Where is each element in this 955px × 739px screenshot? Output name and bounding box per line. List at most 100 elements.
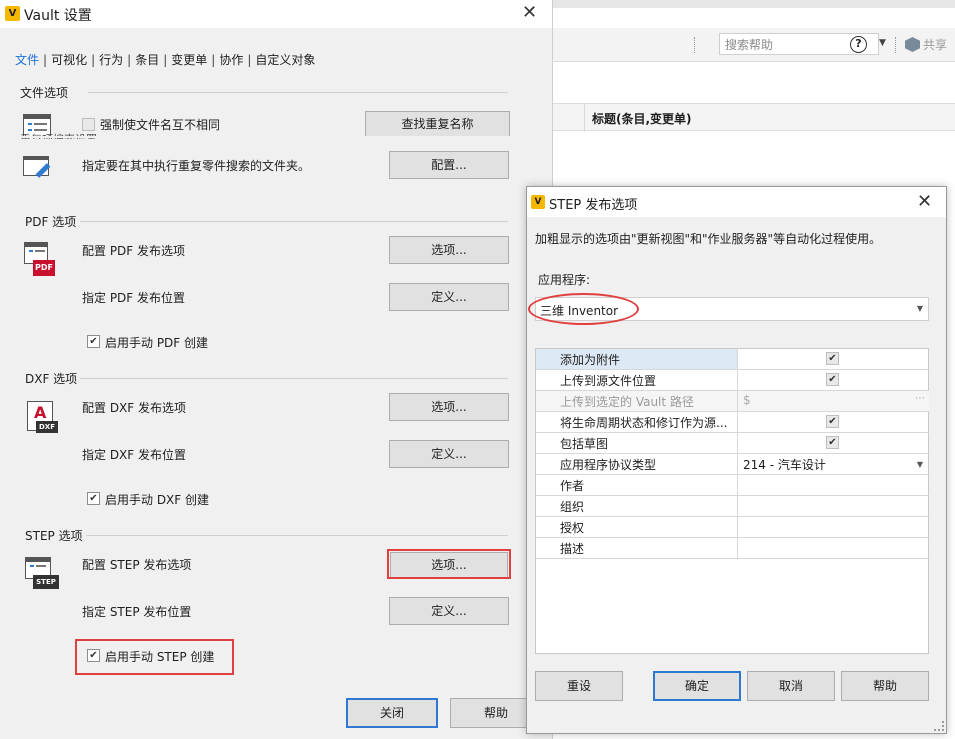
chevron-down-icon[interactable]: ▼ bbox=[879, 38, 886, 48]
row-value[interactable] bbox=[738, 538, 929, 558]
row-name: 上传到选定的 Vault 路径 bbox=[536, 391, 738, 411]
close-icon[interactable]: ✕ bbox=[522, 4, 537, 22]
pdf-define-button[interactable]: 定义... bbox=[389, 283, 509, 311]
section-divider bbox=[88, 92, 508, 93]
section-divider bbox=[80, 221, 508, 222]
row-name: 组织 bbox=[536, 496, 738, 516]
dxf-config-label: 配置 DXF 发布选项 bbox=[82, 401, 186, 415]
row-name: 作者 bbox=[536, 475, 738, 495]
section-title-pdf: PDF 选项 bbox=[25, 215, 77, 229]
dialog-title: STEP 发布选项 bbox=[549, 198, 638, 213]
tab-custom-objects[interactable]: 自定义对象 bbox=[255, 51, 315, 68]
grid-row[interactable]: 描述 bbox=[536, 538, 929, 559]
grid-row[interactable]: 组织 bbox=[536, 496, 929, 517]
find-duplicates-button[interactable]: 查找重复名称 bbox=[365, 111, 510, 137]
dialog-title: Vault 设置 bbox=[24, 8, 92, 24]
protocol-select[interactable]: 214 - 汽车设计 bbox=[738, 454, 929, 474]
grid-row[interactable]: 应用程序协议类型 214 - 汽车设计 ▼ bbox=[536, 454, 929, 475]
grid-row[interactable]: 上传到源文件位置 ✔ bbox=[536, 370, 929, 391]
application-highlight bbox=[528, 293, 639, 325]
tab-collaboration[interactable]: 协作 bbox=[219, 51, 243, 68]
ok-button[interactable]: 确定 bbox=[653, 671, 741, 701]
row-name: 将生命周期状态和修订作为源... bbox=[536, 412, 738, 432]
column-divider bbox=[584, 104, 585, 132]
cancel-button[interactable]: 取消 bbox=[747, 671, 835, 701]
dxf-icon: DXF bbox=[36, 421, 58, 433]
options-grid: 添加为附件 ✔ 上传到源文件位置 ✔ 上传到选定的 Vault 路径 $ ⋯ 将… bbox=[535, 348, 929, 654]
grid-row[interactable]: 授权 bbox=[536, 517, 929, 538]
reset-button[interactable]: 重设 bbox=[535, 671, 623, 701]
settings-tabs: 文件 | 可视化 | 行为 | 条目 | 变更单 | 协作 | 自定义对象 bbox=[15, 51, 316, 68]
step-icon: STEP bbox=[33, 575, 59, 589]
section-title-step: STEP 选项 bbox=[25, 529, 83, 543]
help-icon[interactable]: ? bbox=[850, 36, 867, 53]
section-title-file: 文件选项 bbox=[20, 86, 69, 100]
bg-top-strip bbox=[552, 0, 955, 8]
tab-behavior[interactable]: 行为 bbox=[99, 51, 123, 68]
tab-change-order[interactable]: 变更单 bbox=[171, 51, 207, 68]
grid-row: 上传到选定的 Vault 路径 $ ⋯ bbox=[536, 391, 929, 412]
share-label[interactable]: 共享 bbox=[923, 36, 947, 53]
pdf-config-label: 配置 PDF 发布选项 bbox=[82, 244, 186, 258]
grid-row[interactable]: 包括草图 ✔ bbox=[536, 433, 929, 454]
grid-row[interactable]: 添加为附件 ✔ bbox=[536, 349, 929, 370]
tab-file[interactable]: 文件 bbox=[15, 51, 39, 68]
step-publish-dialog: V STEP 发布选项 ✕ 加粗显示的选项由"更新视图"和"作业服务器"等自动化… bbox=[526, 186, 947, 734]
chevron-down-icon: ▼ bbox=[916, 460, 923, 469]
dxf-manual-checkbox[interactable]: ✔ bbox=[87, 492, 100, 505]
vault-logo-icon: V bbox=[5, 6, 20, 21]
close-icon[interactable]: ✕ bbox=[917, 193, 932, 211]
step-options-highlight bbox=[387, 549, 511, 579]
dxf-options-button[interactable]: 选项... bbox=[389, 393, 509, 421]
step-location-label: 指定 STEP 发布位置 bbox=[82, 605, 192, 619]
row-checkbox[interactable]: ✔ bbox=[826, 352, 839, 365]
force-unique-checkbox[interactable] bbox=[82, 118, 95, 131]
step-define-button[interactable]: 定义... bbox=[389, 597, 509, 625]
wrench-folder-icon bbox=[23, 156, 53, 182]
dxf-define-button[interactable]: 定义... bbox=[389, 440, 509, 468]
pdf-manual-label: 启用手动 PDF 创建 bbox=[105, 336, 209, 350]
configure-button[interactable]: 配置... bbox=[389, 151, 509, 179]
toolbar-separator bbox=[694, 37, 696, 53]
row-checkbox[interactable]: ✔ bbox=[826, 436, 839, 449]
row-name: 添加为附件 bbox=[536, 349, 738, 369]
row-name: 描述 bbox=[536, 538, 738, 558]
pdf-manual-checkbox[interactable]: ✔ bbox=[87, 335, 100, 348]
bg-toolbar: 搜索帮助 ? ▼ 共享 bbox=[552, 28, 955, 62]
row-name: 应用程序协议类型 bbox=[536, 454, 738, 474]
row-value[interactable] bbox=[738, 475, 929, 495]
help-button[interactable]: 帮助 bbox=[841, 671, 929, 701]
overlap-mask bbox=[20, 136, 530, 138]
section-title-dxf: DXF 选项 bbox=[25, 372, 78, 386]
pdf-options-button[interactable]: 选项... bbox=[389, 236, 509, 264]
row-name: 上传到源文件位置 bbox=[536, 370, 738, 390]
dialog-titlebar: V STEP 发布选项 ✕ bbox=[527, 187, 946, 217]
vault-settings-dialog: V Vault 设置 ✕ 文件 | 可视化 | 行为 | 条目 | 变更单 | 协作 | 自定义对象 文… bbox=[0, 0, 553, 739]
step-manual-highlight bbox=[75, 639, 234, 675]
share-icon[interactable] bbox=[905, 37, 920, 52]
resize-grip[interactable] bbox=[934, 721, 944, 731]
grid-column-header: 标题(条目,变更单) bbox=[552, 103, 955, 132]
row-checkbox[interactable]: ✔ bbox=[826, 373, 839, 386]
pdf-location-label: 指定 PDF 发布位置 bbox=[82, 291, 186, 305]
row-value[interactable] bbox=[738, 517, 929, 537]
section-divider bbox=[80, 378, 508, 379]
step-config-label: 配置 STEP 发布选项 bbox=[82, 558, 192, 572]
grid-row[interactable]: 作者 bbox=[536, 475, 929, 496]
row-value: $ bbox=[743, 393, 751, 407]
tab-visualization[interactable]: 可视化 bbox=[51, 51, 87, 68]
grid-row[interactable]: 将生命周期状态和修订作为源... ✔ bbox=[536, 412, 929, 433]
tab-items[interactable]: 条目 bbox=[135, 51, 159, 68]
info-text: 加粗显示的选项由"更新视图"和"作业服务器"等自动化过程使用。 bbox=[535, 232, 882, 246]
dxf-location-label: 指定 DXF 发布位置 bbox=[82, 448, 186, 462]
row-checkbox[interactable]: ✔ bbox=[826, 415, 839, 428]
dup-folder-description: 指定要在其中执行重复零件搜索的文件夹。 bbox=[82, 159, 311, 173]
row-value[interactable] bbox=[738, 496, 929, 516]
chevron-down-icon: ▼ bbox=[916, 304, 923, 313]
close-button[interactable]: 关闭 bbox=[346, 698, 438, 728]
dialog-titlebar: V Vault 设置 ✕ bbox=[0, 0, 552, 28]
dxf-manual-label: 启用手动 DXF 创建 bbox=[105, 493, 209, 507]
row-name: 授权 bbox=[536, 517, 738, 537]
vault-logo-icon: V bbox=[531, 195, 545, 209]
column-title[interactable]: 标题(条目,变更单) bbox=[592, 110, 692, 127]
